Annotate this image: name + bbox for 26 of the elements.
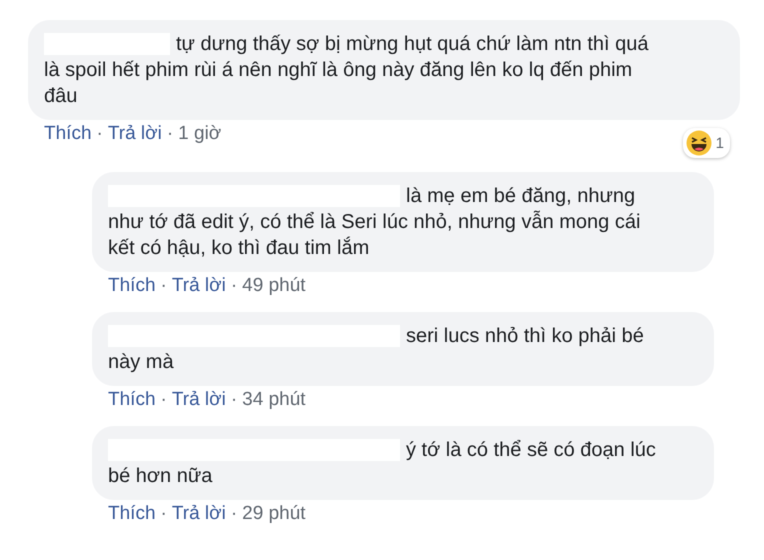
reaction-badge[interactable]: 1 — [682, 128, 730, 158]
comment-time: 29 phút — [242, 502, 306, 526]
separator-dot: · — [166, 122, 174, 146]
separator-dot: · — [230, 388, 238, 412]
comment-time: 49 phút — [242, 274, 306, 298]
comment-text: là mẹ em bé đăng, nhưng như tớ đã edit ý, có thể là Seri lúc nhỏ, nhưng vẫn mong cái kết có hậu, ko thì đau tim lắm — [108, 184, 642, 261]
separator-dot: · — [230, 502, 238, 526]
like-link[interactable]: Thích — [44, 122, 92, 146]
comment-time: 1 giờ — [178, 122, 222, 146]
like-link[interactable]: Thích — [108, 274, 156, 298]
reply-link[interactable]: Trả lời — [172, 388, 226, 412]
comment-text: seri lucs nhỏ thì ko phải bé này mà — [108, 324, 645, 375]
like-link[interactable]: Thích — [108, 502, 156, 526]
reply-link[interactable]: Trả lời — [172, 274, 226, 298]
separator-dot: · — [160, 274, 167, 298]
separator-dot: · — [96, 122, 103, 146]
comment-text: ý tớ là có thể sẽ có đoạn lúc bé hơn nữa — [108, 438, 657, 489]
reply-link[interactable]: Trả lời — [108, 122, 162, 146]
reply-link[interactable]: Trả lời — [172, 502, 226, 526]
like-link[interactable]: Thích — [108, 388, 156, 412]
comment-time: 34 phút — [242, 388, 306, 412]
laughing-emoji-icon — [686, 130, 712, 156]
comment-text: tự dưng thấy sợ bị mừng hụt quá chứ làm ntn thì quá là spoil hết phim rùi á nên nghĩ là ông này đăng lên ko lq đến phim đâu — [44, 32, 650, 109]
separator-dot: · — [230, 274, 238, 298]
separator-dot: · — [160, 388, 167, 412]
separator-dot: · — [160, 502, 167, 526]
